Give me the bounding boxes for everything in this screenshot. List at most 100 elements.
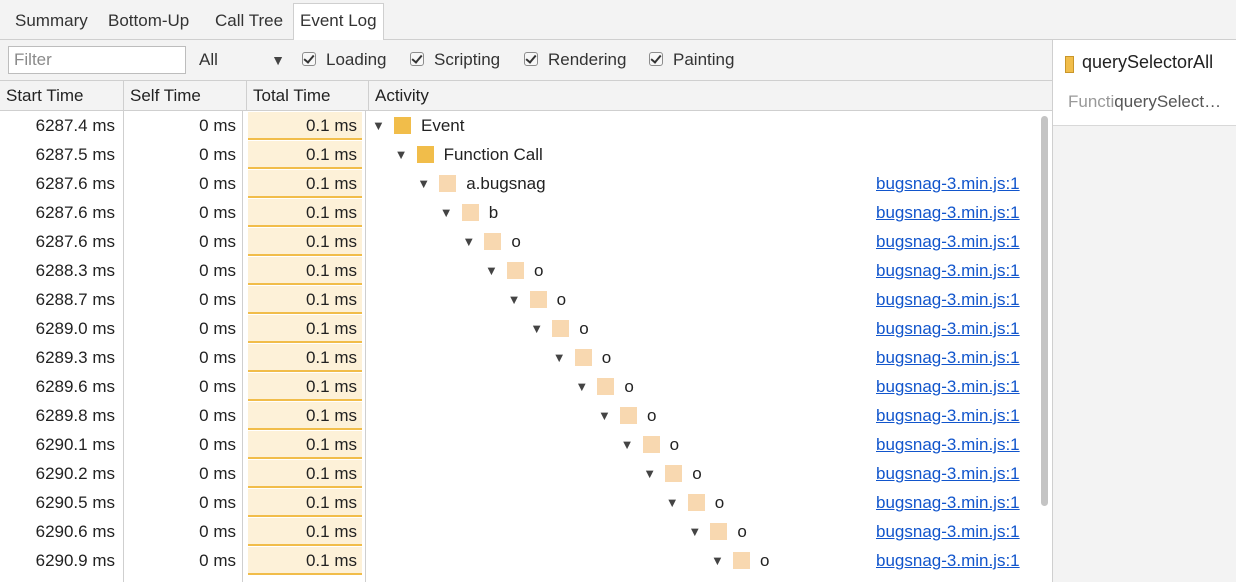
activity-label: o [692, 464, 702, 483]
table-row[interactable]: 6287.4 ms 0 ms 0.1 ms ▼ Event [0, 111, 1052, 140]
expand-triangle-icon[interactable]: ▼ [553, 343, 566, 372]
category-swatch-icon [1065, 56, 1074, 73]
expand-triangle-icon[interactable]: ▼ [417, 169, 430, 198]
table-row[interactable]: 6290.5 ms 0 ms 0.1 ms ▼ o bugsnag-3.min.js:1 [0, 488, 1052, 517]
table-row[interactable]: 6289.3 ms 0 ms 0.1 ms ▼ o bugsnag-3.min.js:1 [0, 343, 1052, 372]
self-time-cell: 0 ms [199, 232, 236, 251]
filter-toolbar: All ▼ Loading Scripting Rendering Painti… [0, 40, 1052, 81]
self-time-cell: 0 ms [199, 319, 236, 338]
source-link[interactable]: bugsnag-3.min.js:1 [876, 285, 1020, 314]
start-time-cell: 6287.5 ms [35, 145, 115, 164]
start-time-cell: 6288.3 ms [35, 261, 115, 280]
table-row[interactable]: 6290.2 ms 0 ms 0.1 ms ▼ o bugsnag-3.min.js:1 [0, 459, 1052, 488]
category-select[interactable]: All ▼ [199, 48, 291, 74]
source-link[interactable]: bugsnag-3.min.js:1 [876, 488, 1020, 517]
start-time-cell: 6289.0 ms [35, 319, 115, 338]
activity-cell: ▼ o [575, 372, 633, 401]
source-link[interactable]: bugsnag-3.min.js:1 [876, 430, 1020, 459]
expand-triangle-icon[interactable]: ▼ [688, 517, 701, 546]
total-time-cell: 0.1 ms [248, 518, 362, 546]
expand-triangle-icon[interactable]: ▼ [666, 488, 679, 517]
start-time-cell: 6287.6 ms [35, 203, 115, 222]
checkmark-icon [410, 52, 424, 66]
activity-cell: ▼ o [485, 256, 543, 285]
source-link[interactable]: bugsnag-3.min.js:1 [876, 401, 1020, 430]
category-swatch-icon [529, 291, 547, 308]
column-self-time[interactable]: Self Time [124, 81, 247, 110]
self-time-cell: 0 ms [199, 145, 236, 164]
total-time-cell: 0.1 ms [248, 257, 362, 285]
activity-label: o [737, 522, 747, 541]
total-time-cell: 0.1 ms [248, 547, 362, 575]
checkbox-rendering[interactable]: Rendering [524, 49, 626, 73]
table-row[interactable]: 6287.6 ms 0 ms 0.1 ms ▼ a.bugsnag bugsnag-3.m… [0, 169, 1052, 198]
tab-call-tree[interactable]: Call Tree [209, 4, 289, 40]
dropdown-arrow-icon: ▼ [271, 52, 285, 68]
checkbox-scripting[interactable]: Scripting [410, 49, 500, 73]
category-swatch-icon [665, 465, 683, 482]
expand-triangle-icon[interactable]: ▼ [575, 372, 588, 401]
source-link[interactable]: bugsnag-3.min.js:1 [876, 343, 1020, 372]
table-row[interactable]: 6290.6 ms 0 ms 0.1 ms ▼ o bugsnag-3.min.js:1 [0, 517, 1052, 546]
start-time-cell: 6290.5 ms [35, 493, 115, 512]
table-row[interactable]: 6287.6 ms 0 ms 0.1 ms ▼ o bugsnag-3.min.js:1 [0, 227, 1052, 256]
source-link[interactable]: bugsnag-3.min.js:1 [876, 546, 1020, 575]
filter-input[interactable] [8, 46, 186, 74]
column-total-time[interactable]: Total Time [247, 81, 369, 110]
checkmark-icon [302, 52, 316, 66]
self-time-cell: 0 ms [199, 377, 236, 396]
table-row[interactable]: 6289.0 ms 0 ms 0.1 ms ▼ o bugsnag-3.min.js:1 [0, 314, 1052, 343]
activity-cell: ▼ o [553, 343, 611, 372]
activity-cell: ▼ o [711, 546, 769, 575]
table-row[interactable]: 6287.6 ms 0 ms 0.1 ms ▼ b bugsnag-3.min.js:1 [0, 198, 1052, 227]
expand-triangle-icon[interactable]: ▼ [711, 546, 724, 575]
activity-label: o [647, 406, 657, 425]
expand-triangle-icon[interactable]: ▼ [462, 227, 475, 256]
table-row[interactable]: 6288.7 ms 0 ms 0.1 ms ▼ o bugsnag-3.min.js:1 [0, 285, 1052, 314]
expand-triangle-icon[interactable]: ▼ [372, 111, 385, 140]
total-time-cell: 0.1 ms [248, 170, 362, 198]
total-time-cell: 0.1 ms [248, 199, 362, 227]
checkbox-loading[interactable]: Loading [302, 49, 387, 73]
table-row[interactable]: 6289.8 ms 0 ms 0.1 ms ▼ o bugsnag-3.min.js:1 [0, 401, 1052, 430]
checkbox-label: Rendering [548, 50, 627, 69]
source-link[interactable]: bugsnag-3.min.js:1 [876, 314, 1020, 343]
expand-triangle-icon[interactable]: ▼ [508, 285, 521, 314]
expand-triangle-icon[interactable]: ▼ [395, 140, 408, 169]
start-time-cell: 6287.4 ms [35, 116, 115, 135]
tab-event-log[interactable]: Event Log [293, 3, 384, 41]
self-time-cell: 0 ms [199, 551, 236, 570]
source-link[interactable]: bugsnag-3.min.js:1 [876, 372, 1020, 401]
source-link[interactable]: bugsnag-3.min.js:1 [876, 169, 1020, 198]
source-link[interactable]: bugsnag-3.min.js:1 [876, 198, 1020, 227]
total-time-cell: 0.1 ms [248, 344, 362, 372]
table-row[interactable]: 6290.1 ms 0 ms 0.1 ms ▼ o bugsnag-3.min.js:1 [0, 430, 1052, 459]
total-time-cell: 0.1 ms [248, 141, 362, 169]
expand-triangle-icon[interactable]: ▼ [440, 198, 453, 227]
table-row[interactable]: 6288.3 ms 0 ms 0.1 ms ▼ o bugsnag-3.min.js:1 [0, 256, 1052, 285]
checkbox-label: Scripting [434, 50, 501, 69]
expand-triangle-icon[interactable]: ▼ [530, 314, 543, 343]
table-row[interactable]: 6287.5 ms 0 ms 0.1 ms ▼ Function Call [0, 140, 1052, 169]
column-activity[interactable]: Activity [369, 81, 1052, 110]
expand-triangle-icon[interactable]: ▼ [598, 401, 611, 430]
source-link[interactable]: bugsnag-3.min.js:1 [876, 459, 1020, 488]
table-row[interactable]: 6290.9 ms 0 ms 0.1 ms ▼ o bugsnag-3.min.js:1 [0, 546, 1052, 575]
start-time-cell: 6290.9 ms [35, 551, 115, 570]
start-time-cell: 6290.6 ms [35, 522, 115, 541]
self-time-cell: 0 ms [199, 261, 236, 280]
expand-triangle-icon[interactable]: ▼ [643, 459, 656, 488]
expand-triangle-icon[interactable]: ▼ [621, 430, 634, 459]
source-link[interactable]: bugsnag-3.min.js:1 [876, 227, 1020, 256]
source-link[interactable]: bugsnag-3.min.js:1 [876, 517, 1020, 546]
table-row[interactable]: 6289.6 ms 0 ms 0.1 ms ▼ o bugsnag-3.min.js:1 [0, 372, 1052, 401]
source-link[interactable]: bugsnag-3.min.js:1 [876, 256, 1020, 285]
checkbox-painting[interactable]: Painting [649, 49, 734, 73]
expand-triangle-icon[interactable]: ▼ [485, 256, 498, 285]
details-subtitle: FunctiquerySelect… [1068, 92, 1231, 112]
total-time-cell: 0.1 ms [248, 286, 362, 314]
total-time-cell: 0.1 ms [248, 431, 362, 459]
column-start-time[interactable]: Start Time [0, 81, 124, 110]
tab-bottom-up[interactable]: Bottom-Up [102, 4, 195, 40]
tab-summary[interactable]: Summary [9, 4, 94, 40]
